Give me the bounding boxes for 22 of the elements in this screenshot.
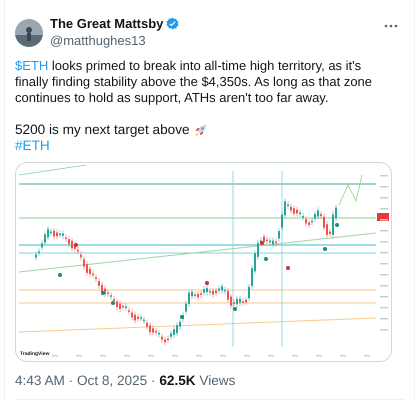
rocket-icon bbox=[194, 124, 207, 136]
buy-signal-marker bbox=[264, 257, 268, 261]
author-handle[interactable]: @matthughes13 bbox=[50, 33, 377, 48]
avatar[interactable] bbox=[15, 19, 43, 47]
buy-signal-marker bbox=[335, 223, 339, 227]
sell-signal-marker bbox=[74, 243, 78, 247]
sell-signal-marker bbox=[286, 266, 290, 270]
author-name[interactable]: The Great Mattsby bbox=[50, 16, 164, 31]
buy-signal-marker bbox=[180, 315, 184, 319]
buy-signal-marker bbox=[111, 301, 115, 305]
buy-signal-marker bbox=[233, 307, 237, 311]
tweet-text: $ETH looks primed to break into all-time high territory, as it's finally finding stability above the $4,350s. As long as that zone continues to hold as support, ATHs aren't too far away. bbox=[15, 58, 374, 106]
tweet-text: 5200 is my next target above bbox=[15, 122, 190, 138]
buy-signal-marker bbox=[58, 273, 62, 277]
buy-signal-marker bbox=[101, 291, 105, 295]
trend-line bbox=[18, 164, 86, 176]
buy-signal-marker bbox=[323, 247, 327, 251]
tweet-meta: 4:43 AM · Oct 8, 2025 · 62.5K Views bbox=[15, 373, 404, 400]
sell-signal-marker bbox=[205, 281, 209, 285]
more-options-icon[interactable] bbox=[384, 24, 398, 28]
projection-line bbox=[338, 174, 362, 206]
sell-signal-marker bbox=[260, 241, 264, 245]
